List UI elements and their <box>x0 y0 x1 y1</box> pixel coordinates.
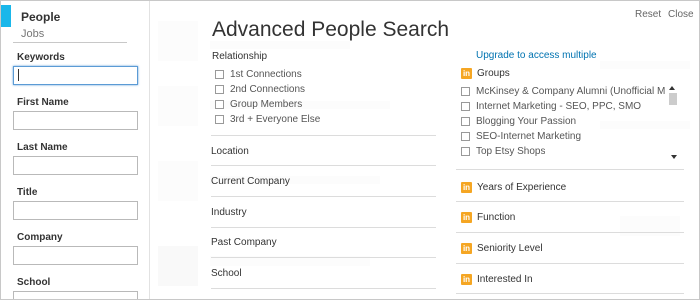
first-name-input[interactable] <box>13 111 138 130</box>
divider <box>456 169 684 170</box>
checkbox[interactable] <box>461 102 470 111</box>
company-input[interactable] <box>13 246 138 265</box>
title-label: Title <box>17 187 38 198</box>
divider <box>211 165 436 166</box>
premium-icon: in <box>461 274 472 285</box>
years-of-experience-filter[interactable]: Years of Experience <box>477 182 566 193</box>
option-label: Internet Marketing - SEO, PPC, SMO <box>476 101 642 112</box>
interested-in-filter[interactable]: Interested In <box>477 274 533 285</box>
text-caret <box>18 69 19 81</box>
school-label: School <box>17 277 51 288</box>
premium-icon: in <box>461 182 472 193</box>
nav-item-people-label: People <box>21 10 61 24</box>
premium-icon: in <box>461 212 472 223</box>
checkbox[interactable] <box>461 117 470 126</box>
divider <box>211 288 436 289</box>
checkbox[interactable] <box>215 100 224 109</box>
upgrade-link[interactable]: Upgrade to access multiple <box>476 50 597 61</box>
reset-link[interactable]: Reset <box>635 9 661 20</box>
past-company-filter[interactable]: Past Company <box>211 237 436 248</box>
option-label: SEO-Internet Marketing <box>476 131 582 142</box>
location-filter[interactable]: Location <box>211 146 436 157</box>
divider <box>456 232 684 233</box>
keywords-label: Keywords <box>17 52 65 63</box>
checkbox[interactable] <box>215 115 224 124</box>
divider <box>211 135 436 136</box>
active-indicator <box>1 5 11 27</box>
checkbox[interactable] <box>461 87 470 96</box>
option-label: 2nd Connections <box>230 84 306 95</box>
divider <box>211 196 436 197</box>
divider <box>211 227 436 228</box>
checkbox[interactable] <box>461 147 470 156</box>
nav-item-jobs[interactable]: Jobs <box>21 28 44 40</box>
scroll-up-icon[interactable] <box>669 86 675 90</box>
page-title: Advanced People Search <box>212 18 449 41</box>
company-label: Company <box>17 232 63 243</box>
divider <box>13 42 127 43</box>
option-label: 1st Connections <box>230 69 302 80</box>
nav-item-people[interactable]: People <box>1 5 128 27</box>
last-name-input[interactable] <box>13 156 138 175</box>
scroll-down-icon[interactable] <box>671 155 677 159</box>
premium-icon: in <box>461 243 472 254</box>
option-label: 3rd + Everyone Else <box>230 114 321 125</box>
keywords-input[interactable] <box>13 66 138 85</box>
title-input[interactable] <box>13 201 138 220</box>
divider <box>456 293 684 294</box>
checkbox[interactable] <box>215 85 224 94</box>
app-frame: People Jobs Keywords First Name Last Nam… <box>0 0 700 300</box>
function-filter[interactable]: Function <box>477 212 515 223</box>
scrollbar-thumb[interactable] <box>669 93 677 105</box>
first-name-label: First Name <box>17 97 69 108</box>
checkbox[interactable] <box>215 70 224 79</box>
current-company-filter[interactable]: Current Company <box>211 176 436 187</box>
option-label: Top Etsy Shops <box>476 146 546 157</box>
groups-label: Groups <box>477 68 510 79</box>
divider <box>211 257 436 258</box>
school-filter[interactable]: School <box>211 268 436 279</box>
checkbox[interactable] <box>461 132 470 141</box>
close-link[interactable]: Close <box>668 9 694 20</box>
school-input[interactable] <box>13 291 138 299</box>
seniority-level-filter[interactable]: Seniority Level <box>477 243 543 254</box>
premium-icon: in <box>461 68 472 79</box>
sidebar: People Jobs Keywords First Name Last Nam… <box>1 1 150 299</box>
last-name-label: Last Name <box>17 142 68 153</box>
industry-filter[interactable]: Industry <box>211 207 436 218</box>
option-label: McKinsey & Company Alumni (Unofficial M.… <box>476 86 666 97</box>
option-label: Group Members <box>230 99 303 110</box>
divider <box>456 201 684 202</box>
option-label: Blogging Your Passion <box>476 116 577 127</box>
relationship-label: Relationship <box>212 51 268 62</box>
divider <box>456 263 684 264</box>
